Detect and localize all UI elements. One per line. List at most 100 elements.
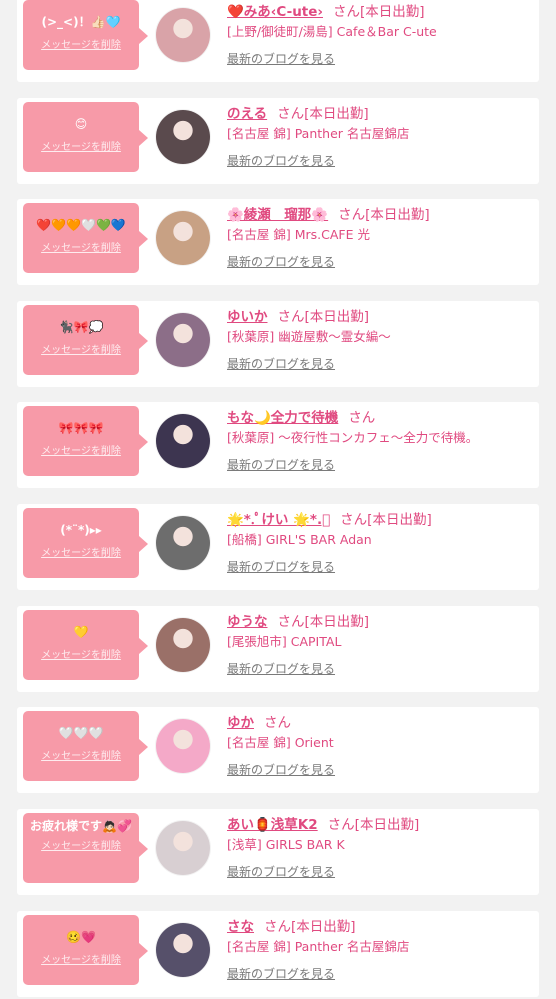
list-item: 🎀🎀🎀 メッセージを削除 もな🌙全力で待機 さん [秋葉原] 〜夜行性コンカフェ〜… [17, 402, 539, 488]
avatar[interactable] [156, 313, 210, 367]
delete-message-link[interactable]: メッセージを削除 [23, 837, 139, 852]
status-badge: [本日出勤] [354, 817, 420, 833]
message-bubble: お疲れ様です🙇🏻💞 メッセージを削除 [23, 813, 148, 883]
cast-info: もな🌙全力で待機 さん [秋葉原] 〜夜行性コンカフェ〜全力で待機。 最新のブログ… [227, 408, 533, 473]
message-bubble: ❤️🧡🧡🤍💚💙 メッセージを削除 [23, 203, 148, 273]
blog-link[interactable]: 最新のブログを見る [227, 153, 533, 169]
message-bubble: 🤍🤍🤍 メッセージを削除 [23, 711, 148, 781]
cast-name-link[interactable]: あい🏮浅草K2 [227, 817, 318, 833]
cast-info: ゆうな さん[本日出勤] [尾張旭市] CAPITAL 最新のブログを見る [227, 612, 533, 677]
avatar[interactable] [156, 414, 210, 468]
shop-name: [秋葉原] 〜夜行性コンカフェ〜全力で待機。 [227, 430, 479, 445]
list-item: 🤍🤍🤍 メッセージを削除 ゆか さん [名古屋 錦] Orient 最新のブログを… [17, 707, 539, 793]
message-text: お疲れ様です🙇🏻💞 [30, 819, 132, 833]
shop-name: [尾張旭市] CAPITAL [227, 634, 342, 649]
message-text: (*¨︎*)▸▸ [60, 523, 102, 537]
list-item: 🐈‍⬛🎀💭 メッセージを削除 ゆいか さん[本日出勤] [秋葉原] 幽遊屋敷〜霊女… [17, 301, 539, 387]
honorific: さん [340, 512, 368, 528]
delete-message-link[interactable]: メッセージを削除 [23, 747, 139, 762]
message-text: ❤️🧡🧡🤍💚💙 [36, 218, 126, 232]
avatar[interactable] [156, 8, 210, 62]
cast-name-link[interactable]: さな [227, 919, 254, 935]
list-item: お疲れ様です🙇🏻💞 メッセージを削除 あい🏮浅草K2 さん[本日出勤] [浅草] … [17, 809, 539, 895]
blog-link[interactable]: 最新のブログを見る [227, 457, 533, 473]
shop-name: [名古屋 錦] Panther 名古屋錦店 [227, 939, 410, 954]
cast-info: ゆか さん [名古屋 錦] Orient 最新のブログを見る [227, 713, 533, 778]
delete-message-link[interactable]: メッセージを削除 [23, 239, 139, 254]
blog-link[interactable]: 最新のブログを見る [227, 51, 533, 67]
avatar[interactable] [156, 923, 210, 977]
message-bubble: (*¨︎*)▸▸ メッセージを削除 [23, 508, 148, 578]
honorific: さん [277, 309, 305, 325]
blog-link[interactable]: 最新のブログを見る [227, 864, 533, 880]
blog-link[interactable]: 最新のブログを見る [227, 254, 533, 270]
blog-link[interactable]: 最新のブログを見る [227, 356, 533, 372]
avatar[interactable] [156, 719, 210, 773]
cast-name-link[interactable]: ゆうな [227, 614, 268, 630]
status-badge: [本日出勤] [304, 614, 370, 630]
cast-name-link[interactable]: もな🌙全力で待機 [227, 410, 338, 426]
honorific: さん [264, 919, 291, 935]
cast-name-link[interactable]: ゆか [227, 715, 254, 731]
message-bubble: 🥴💗 メッセージを削除 [23, 915, 148, 985]
shop-name: [秋葉原] 幽遊屋敷〜霊女編〜 [227, 329, 391, 344]
cast-name-link[interactable]: 🌟*.ﾟけい 🌟*.ﾟ [227, 512, 330, 528]
honorific: さん [277, 614, 305, 630]
delete-message-link[interactable]: メッセージを削除 [23, 341, 139, 356]
status-badge: [本日出勤] [365, 207, 430, 223]
honorific: さん [338, 207, 366, 223]
cast-name-link[interactable]: 🌸綾瀬 瑠那🌸 [227, 207, 328, 223]
delete-message-link[interactable]: メッセージを削除 [23, 36, 139, 51]
message-text: 🎀🎀🎀 [58, 421, 104, 435]
message-bubble: 😊 メッセージを削除 [23, 102, 148, 172]
cast-info: 🌟*.ﾟけい 🌟*.ﾟ さん[本日出勤] [船橋] GIRL'S BAR Adan… [227, 510, 533, 575]
delete-message-link[interactable]: メッセージを削除 [23, 544, 139, 559]
cast-info: ❤️みあ‹C-ute› さん[本日出勤] [上野/御徒町/湯島] Cafe＆Bar… [227, 2, 533, 67]
avatar[interactable] [156, 618, 210, 672]
cast-name-link[interactable]: ❤️みあ‹C-ute› [227, 4, 323, 20]
avatar[interactable] [156, 211, 210, 265]
shop-name: [名古屋 錦] Mrs.CAFE 光 [227, 227, 370, 242]
blog-link[interactable]: 最新のブログを見る [227, 762, 533, 778]
blog-link[interactable]: 最新のブログを見る [227, 661, 533, 677]
shop-name: [船橋] GIRL'S BAR Adan [227, 532, 372, 547]
message-text: 🥴💗 [66, 930, 96, 944]
message-text: (>_<)！👍🏻🩵 [41, 15, 121, 29]
honorific: さん [327, 817, 355, 833]
blog-link[interactable]: 最新のブログを見る [227, 559, 533, 575]
status-badge: [本日出勤] [359, 4, 425, 20]
message-text: 💛 [73, 625, 89, 639]
message-text: 🤍🤍🤍 [58, 726, 104, 740]
delete-message-link[interactable]: メッセージを削除 [23, 138, 139, 153]
list-item: (*¨︎*)▸▸ メッセージを削除 🌟*.ﾟけい 🌟*.ﾟ さん[本日出勤] [船… [17, 504, 539, 590]
message-bubble: 🎀🎀🎀 メッセージを削除 [23, 406, 148, 476]
list-item: 🥴💗 メッセージを削除 さな さん[本日出勤] [名古屋 錦] Panther 名… [17, 911, 539, 997]
avatar[interactable] [156, 516, 210, 570]
avatar[interactable] [156, 110, 210, 164]
blog-link[interactable]: 最新のブログを見る [227, 966, 533, 982]
status-badge: [本日出勤] [304, 106, 369, 122]
message-bubble: (>_<)！👍🏻🩵 メッセージを削除 [23, 0, 148, 70]
cast-name-link[interactable]: のえる [227, 106, 267, 122]
message-text: 😊 [74, 117, 88, 131]
list-item: 😊 メッセージを削除 のえる さん[本日出勤] [名古屋 錦] Panther 名… [17, 98, 539, 184]
shop-name: [浅草] GIRLS BAR K [227, 837, 345, 852]
message-bubble: 🐈‍⬛🎀💭 メッセージを削除 [23, 305, 148, 375]
status-badge: [本日出勤] [367, 512, 432, 528]
delete-message-link[interactable]: メッセージを削除 [23, 951, 139, 966]
message-text: 🐈‍⬛🎀💭 [58, 320, 104, 334]
delete-message-link[interactable]: メッセージを削除 [23, 442, 139, 457]
honorific: さん [277, 106, 305, 122]
list-item: (>_<)！👍🏻🩵 メッセージを削除 ❤️みあ‹C-ute› さん[本日出勤] [… [17, 0, 539, 82]
honorific: さん [348, 410, 376, 426]
avatar[interactable] [156, 821, 210, 875]
cast-name-link[interactable]: ゆいか [227, 309, 268, 325]
cast-info: あい🏮浅草K2 さん[本日出勤] [浅草] GIRLS BAR K 最新のブログを… [227, 815, 533, 880]
shop-name: [名古屋 錦] Panther 名古屋錦店 [227, 126, 410, 141]
delete-message-link[interactable]: メッセージを削除 [23, 646, 139, 661]
list-item: 💛 メッセージを削除 ゆうな さん[本日出勤] [尾張旭市] CAPITAL 最新… [17, 606, 539, 692]
cast-info: ゆいか さん[本日出勤] [秋葉原] 幽遊屋敷〜霊女編〜 最新のブログを見る [227, 307, 533, 372]
honorific: さん [264, 715, 291, 731]
message-bubble: 💛 メッセージを削除 [23, 610, 148, 680]
cast-info: のえる さん[本日出勤] [名古屋 錦] Panther 名古屋錦店 最新のブログ… [227, 104, 533, 169]
